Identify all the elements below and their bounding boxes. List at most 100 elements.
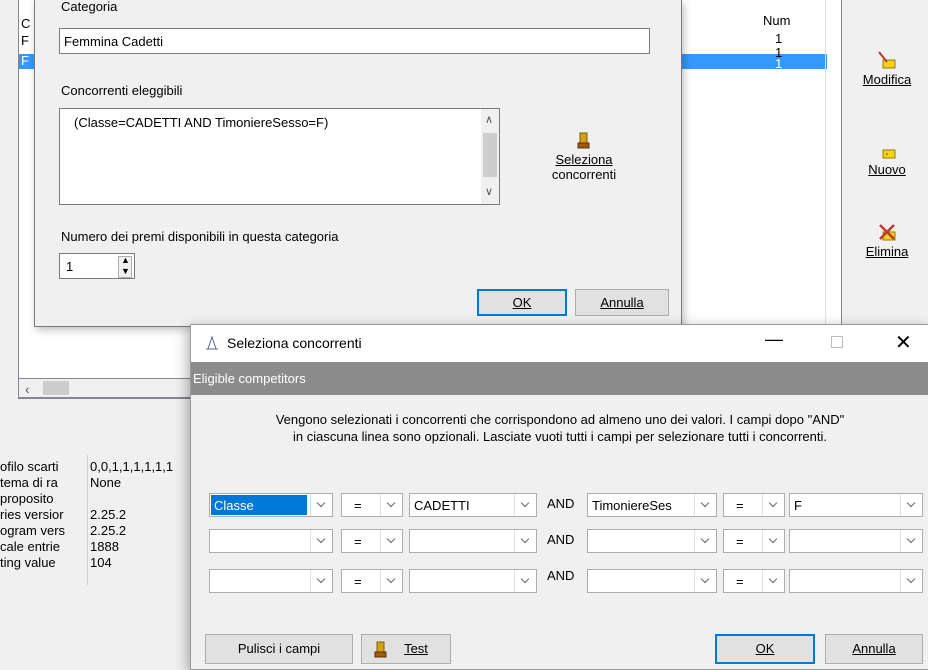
property-key: proposito (0, 491, 54, 506)
field2-select[interactable] (587, 569, 717, 593)
eligible-textarea[interactable]: (Classe=CADETTI AND TimoniereSesso=F) ∧ … (59, 108, 500, 205)
app-icon (206, 335, 218, 350)
property-value: None (90, 475, 122, 490)
chevron-down-icon[interactable] (380, 570, 402, 592)
property-value: 1888 (90, 539, 119, 554)
elimina-button[interactable]: Elimina (852, 222, 922, 259)
op2-value: = (736, 498, 744, 513)
select-competitors-label-2: concorrenti (551, 167, 617, 182)
chevron-down-icon[interactable] (310, 494, 332, 516)
chevron-down-icon[interactable] (762, 530, 784, 552)
chevron-down-icon[interactable] (310, 570, 332, 592)
new-icon (882, 149, 896, 159)
and-label: AND (547, 532, 575, 547)
chevron-down-icon[interactable] (900, 530, 922, 552)
test-button[interactable]: Test (361, 634, 451, 664)
property-key: ogram vers (0, 523, 66, 538)
property-key: ries versior (0, 507, 64, 522)
value2-select[interactable] (789, 569, 923, 593)
chevron-down-icon[interactable] (900, 570, 922, 592)
property-key: ting value (0, 555, 56, 570)
field2-select[interactable] (587, 529, 717, 553)
prizes-spinner[interactable]: 1 ▲ ▼ (59, 253, 135, 279)
title-bar[interactable]: Seleziona concorrenti — ✕ (191, 325, 928, 362)
info-line-1: Vengono selezionati i concorrenti che co… (275, 412, 845, 427)
value1-value: CADETTI (414, 498, 470, 513)
value1-select[interactable] (409, 569, 537, 593)
field1-select[interactable]: Classe (209, 493, 333, 517)
op2-select[interactable]: = (723, 569, 785, 593)
scrollbar-thumb[interactable] (43, 381, 69, 395)
category-name-input[interactable]: Femmina Cadetti (59, 28, 650, 54)
cancel-button[interactable]: Annulla (825, 634, 923, 664)
chevron-down-icon[interactable] (310, 530, 332, 552)
chevron-down-icon[interactable] (514, 494, 536, 516)
chevron-down-icon[interactable] (900, 494, 922, 516)
textarea-scrollbar[interactable]: ∧ ∨ (481, 109, 499, 204)
prizes-label: Numero dei premi disponibili in questa c… (61, 229, 339, 244)
field1-select[interactable] (209, 529, 333, 553)
category-cancel-button[interactable]: Annulla (575, 289, 669, 316)
value2-select[interactable] (789, 529, 923, 553)
modifica-button[interactable]: Modifica (852, 50, 922, 87)
category-ok-button[interactable]: OK (477, 289, 567, 316)
minimize-icon[interactable]: — (765, 329, 783, 350)
chevron-down-icon[interactable] (514, 570, 536, 592)
select-competitors-label-1: Seleziona (555, 152, 613, 167)
select-competitors-button[interactable]: Seleziona concorrenti (539, 132, 629, 182)
list-item[interactable]: C (21, 16, 30, 31)
spin-down-icon[interactable]: ▼ (121, 266, 130, 276)
scroll-up-icon[interactable]: ∧ (485, 113, 493, 126)
list-scrollbar-track[interactable] (825, 0, 826, 378)
op2-select[interactable]: = (723, 529, 785, 553)
category-label: Categoria (61, 0, 118, 14)
scrollbar-thumb[interactable] (483, 133, 497, 177)
value1-select[interactable]: CADETTI (409, 493, 537, 517)
property-value: 104 (90, 555, 112, 570)
chevron-down-icon[interactable] (694, 530, 716, 552)
op1-value: = (354, 534, 362, 549)
ok-button[interactable]: OK (715, 634, 815, 664)
property-key: cale entrie (0, 539, 60, 554)
chevron-down-icon[interactable] (762, 570, 784, 592)
chevron-down-icon[interactable] (694, 570, 716, 592)
maximize-icon[interactable] (831, 336, 843, 348)
modifica-label: Modifica (862, 72, 912, 87)
cancel-label: Annulla (852, 641, 896, 656)
op1-select[interactable]: = (341, 529, 403, 553)
cancel-label: Annulla (600, 295, 644, 310)
eligible-label: Concorrenti eleggibili (61, 83, 183, 98)
chevron-down-icon[interactable] (694, 494, 716, 516)
info-line-2: in ciascuna linea sono opzionali. Lascia… (292, 429, 827, 444)
list-item-num: 1 (775, 56, 783, 71)
list-item[interactable]: F (21, 53, 29, 68)
chevron-down-icon[interactable] (514, 530, 536, 552)
op2-select[interactable]: = (723, 493, 785, 517)
value2-select[interactable]: F (789, 493, 923, 517)
property-value: 0,0,1,1,1,1,1,1 (90, 459, 174, 474)
clear-fields-label: Pulisci i campi (237, 641, 321, 656)
clear-fields-button[interactable]: Pulisci i campi (205, 634, 353, 664)
category-name-value: Femmina Cadetti (64, 34, 163, 49)
column-header-num[interactable]: Num (763, 13, 790, 28)
field2-value: TimoniereSes (592, 498, 672, 513)
value1-select[interactable] (409, 529, 537, 553)
chevron-down-icon[interactable] (380, 494, 402, 516)
eligible-value: (Classe=CADETTI AND TimoniereSesso=F) (74, 115, 329, 130)
chevron-down-icon[interactable] (762, 494, 784, 516)
spin-up-icon[interactable]: ▲ (121, 255, 130, 265)
close-icon[interactable]: ✕ (895, 330, 912, 355)
chevron-down-icon[interactable] (380, 530, 402, 552)
nuovo-label: Nuovo (868, 162, 906, 177)
scroll-left-icon[interactable]: ‹ (25, 381, 30, 397)
spinner-arrows[interactable]: ▲ ▼ (118, 255, 132, 278)
field1-select[interactable] (209, 569, 333, 593)
op1-select[interactable]: = (341, 493, 403, 517)
scroll-down-icon[interactable]: ∨ (485, 185, 493, 198)
list-item-num: 1 (775, 31, 783, 46)
op1-select[interactable]: = (341, 569, 403, 593)
op1-value: = (354, 498, 362, 513)
list-item[interactable]: F (21, 33, 29, 48)
field2-select[interactable]: TimoniereSes (587, 493, 717, 517)
nuovo-button[interactable]: Nuovo (852, 140, 922, 177)
